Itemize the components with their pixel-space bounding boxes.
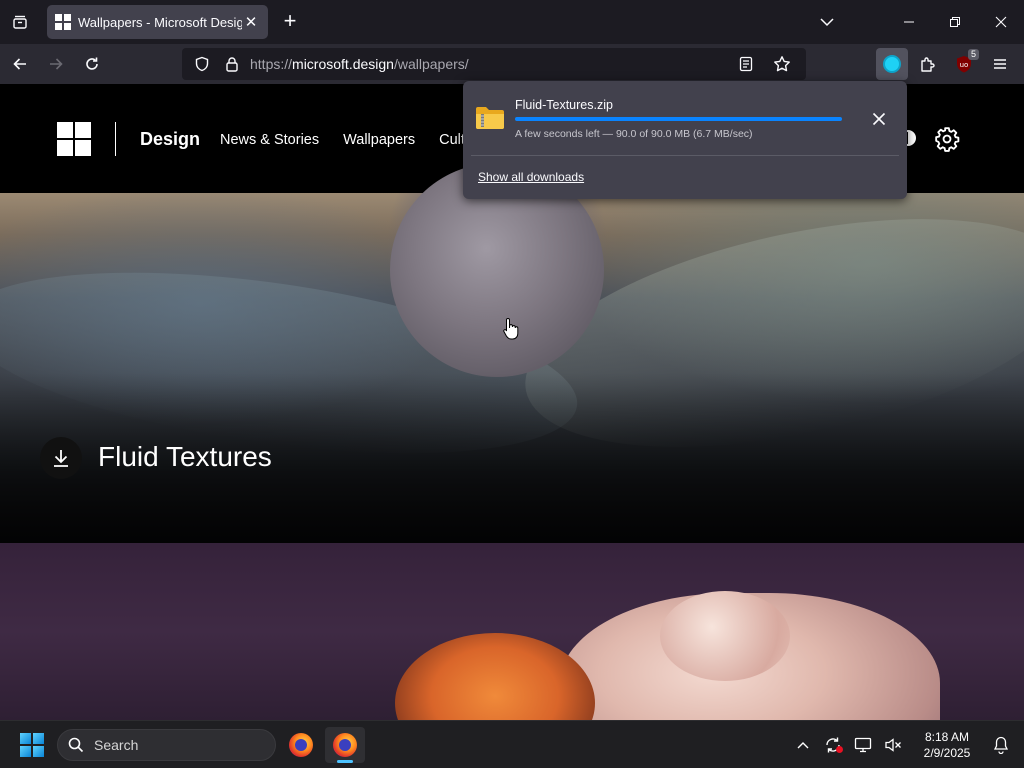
download-progress-bar xyxy=(515,117,842,121)
site-brand[interactable]: Design xyxy=(140,129,200,150)
tab-strip: Wallpapers - Microsoft Design ✕ + xyxy=(0,0,1024,44)
tab-list-button[interactable] xyxy=(0,0,40,44)
close-icon xyxy=(872,112,886,126)
tab-active[interactable]: Wallpapers - Microsoft Design ✕ xyxy=(47,5,268,39)
wallpaper-title[interactable]: Fluid Textures xyxy=(98,441,272,473)
download-progress-fill xyxy=(515,117,842,121)
reload-button[interactable] xyxy=(76,48,108,80)
search-icon xyxy=(68,737,84,753)
taskbar-firefox-active[interactable] xyxy=(325,727,365,763)
download-arrow-icon xyxy=(54,450,68,467)
chevron-down-icon xyxy=(820,18,834,27)
navigation-toolbar: https://microsoft.design/wallpapers/ uo … xyxy=(0,44,1024,84)
svg-text:uo: uo xyxy=(960,61,969,69)
wallpaper-download-button[interactable] xyxy=(40,437,82,479)
close-window-button[interactable] xyxy=(978,0,1024,44)
wallpaper-card-next[interactable] xyxy=(0,543,1024,720)
app-menu-button[interactable] xyxy=(984,48,1016,80)
taskbar-search-placeholder: Search xyxy=(94,737,139,753)
cancel-download-button[interactable] xyxy=(867,107,891,131)
url-host: microsoft.design xyxy=(292,56,394,72)
panel-divider xyxy=(471,155,899,156)
nav-link-news-stories[interactable]: News & Stories xyxy=(220,132,319,148)
hand-pointer-cursor-icon xyxy=(503,317,519,340)
tab-list-icon xyxy=(13,15,27,29)
network-button[interactable] xyxy=(848,729,878,761)
bell-icon xyxy=(993,736,1009,754)
list-all-tabs-button[interactable] xyxy=(808,0,846,44)
system-tray: 8:18 AM 2/9/2025 xyxy=(788,721,1024,768)
zip-folder-icon xyxy=(476,107,504,129)
nav-link-wallpapers[interactable]: Wallpapers xyxy=(343,132,415,148)
windows-start-icon[interactable] xyxy=(20,733,44,757)
toolbar-right: uo 5 xyxy=(876,48,1016,80)
clock-time: 8:18 AM xyxy=(924,730,970,744)
taskbar: Search 8:18 AM 2/9/2025 xyxy=(0,720,1024,768)
site-nav: News & Stories Wallpapers Cultu xyxy=(220,132,473,148)
show-hidden-icons-button[interactable] xyxy=(788,729,818,761)
wallpaper-art xyxy=(395,633,595,720)
url-bar-actions xyxy=(734,52,800,76)
taskbar-clock[interactable]: 8:18 AM 2/9/2025 xyxy=(912,729,982,761)
download-icon xyxy=(883,55,901,73)
forward-button[interactable] xyxy=(40,48,72,80)
wallpaper-art xyxy=(660,591,790,681)
restore-button[interactable] xyxy=(932,0,978,44)
tab-title: Wallpapers - Microsoft Design xyxy=(78,14,242,30)
downloads-panel: Fluid-Textures.zip A few seconds left — … xyxy=(463,81,907,199)
alert-dot xyxy=(836,746,843,753)
volume-button[interactable] xyxy=(878,729,908,761)
forward-arrow-icon xyxy=(50,58,63,70)
restore-icon xyxy=(950,17,960,27)
back-arrow-icon xyxy=(13,58,26,70)
screen: Wallpapers - Microsoft Design ✕ + https:… xyxy=(0,0,1024,768)
url-scheme: https:// xyxy=(250,56,293,72)
microsoft-favicon-icon xyxy=(55,14,71,30)
hamburger-menu-icon xyxy=(994,59,1006,69)
new-tab-button[interactable]: + xyxy=(278,10,302,34)
wallpaper-card-fluid-textures[interactable]: Fluid Textures xyxy=(0,163,1024,543)
volume-muted-icon xyxy=(885,738,901,752)
close-icon xyxy=(995,16,1007,28)
logo-divider xyxy=(115,122,116,156)
taskbar-firefox[interactable] xyxy=(281,727,321,763)
network-display-icon xyxy=(854,737,872,753)
firefox-icon xyxy=(289,733,313,757)
ublock-button[interactable]: uo 5 xyxy=(948,48,980,80)
downloads-button[interactable] xyxy=(876,48,908,80)
window-controls xyxy=(808,0,1024,44)
minimize-icon xyxy=(904,21,914,23)
url-text[interactable]: https://microsoft.design/wallpapers/ xyxy=(250,56,734,72)
show-all-downloads-link[interactable]: Show all downloads xyxy=(478,170,584,184)
url-bar[interactable]: https://microsoft.design/wallpapers/ xyxy=(182,48,806,80)
back-button[interactable] xyxy=(4,48,36,80)
lock-icon[interactable] xyxy=(220,52,244,76)
firefox-nightly-icon xyxy=(333,733,357,757)
download-file-name[interactable]: Fluid-Textures.zip xyxy=(515,98,613,112)
active-app-indicator xyxy=(337,760,353,763)
microsoft-logo-icon[interactable] xyxy=(57,122,91,156)
reload-icon xyxy=(86,57,98,70)
minimize-button[interactable] xyxy=(886,0,932,44)
puzzle-icon xyxy=(921,57,935,72)
url-path: /wallpapers/ xyxy=(393,56,469,72)
reader-view-icon[interactable] xyxy=(734,52,758,76)
tab-close-icon[interactable]: ✕ xyxy=(242,13,260,31)
chevron-up-icon xyxy=(797,742,809,749)
star-icon[interactable] xyxy=(770,52,794,76)
update-tray-button[interactable] xyxy=(818,729,848,761)
tracking-shield-icon[interactable] xyxy=(190,52,214,76)
download-status: A few seconds left — 90.0 of 90.0 MB (6.… xyxy=(515,128,753,140)
clock-date: 2/9/2025 xyxy=(923,746,971,760)
settings-gear-icon[interactable] xyxy=(934,126,960,157)
taskbar-search[interactable]: Search xyxy=(57,729,276,761)
notifications-button[interactable] xyxy=(986,729,1016,761)
extension-badge: 5 xyxy=(967,49,979,60)
extensions-button[interactable] xyxy=(912,48,944,80)
